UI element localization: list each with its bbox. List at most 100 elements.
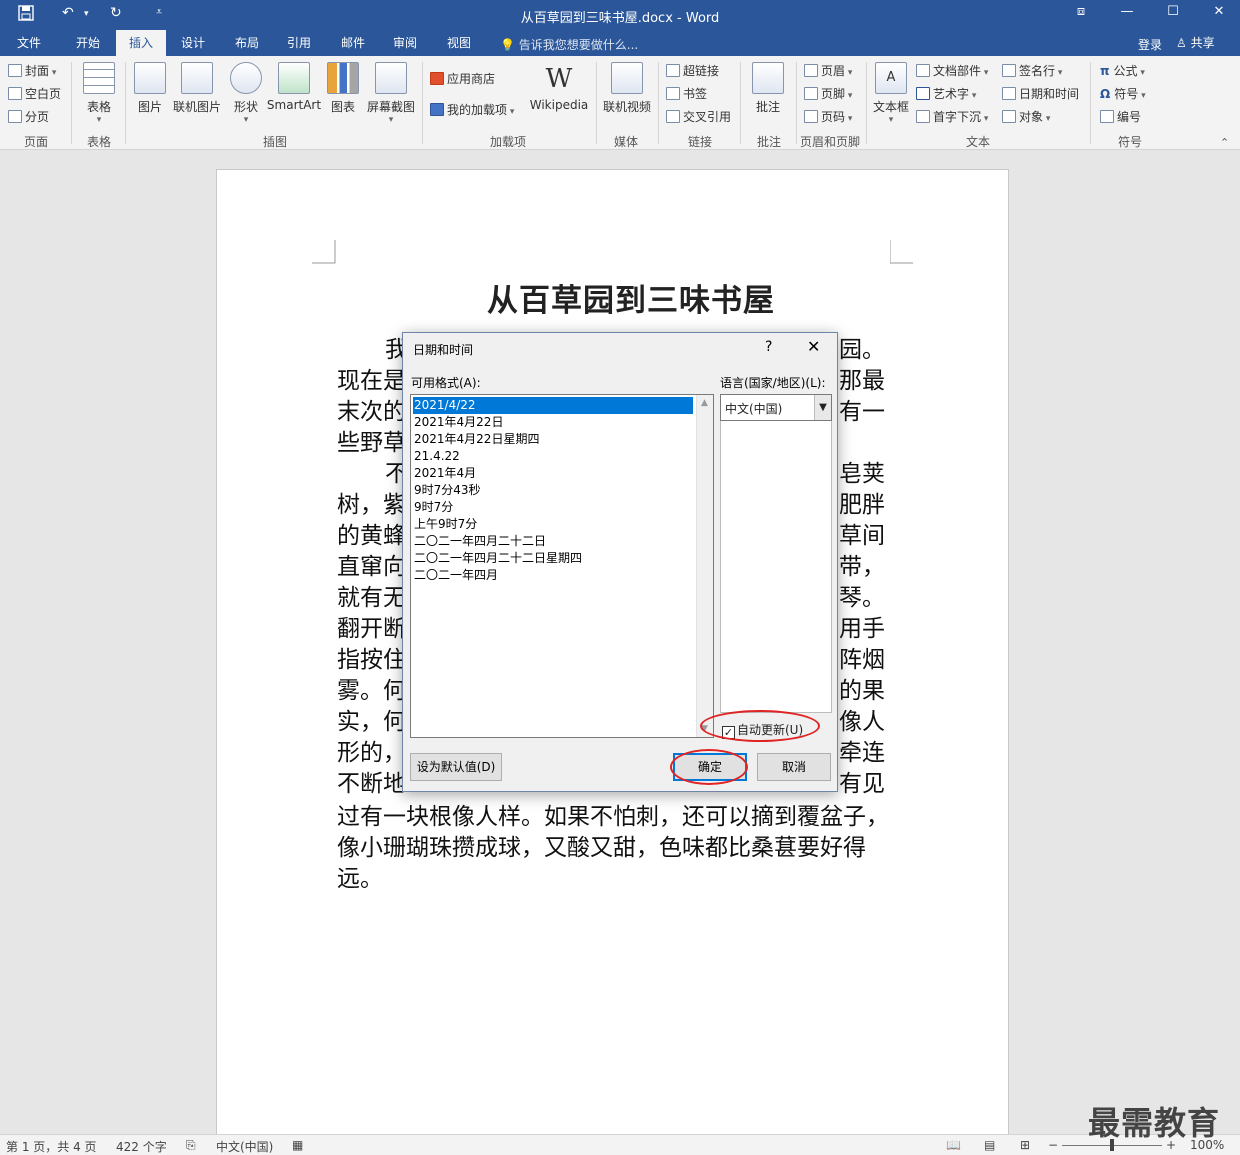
- sign-in-link[interactable]: 登录: [1138, 36, 1162, 53]
- tab-references[interactable]: 引用: [276, 30, 322, 56]
- ribbon-display-icon[interactable]: ⧈: [1066, 4, 1096, 24]
- doc-line: 些野草: [337, 430, 406, 456]
- numbering-button[interactable]: 编号: [1100, 107, 1141, 127]
- shapes-button[interactable]: 形状 ▾: [228, 62, 264, 125]
- tab-view[interactable]: 视图: [436, 30, 482, 56]
- equation-button[interactable]: π 公式 ▾: [1100, 61, 1145, 81]
- picture-button[interactable]: 图片: [132, 62, 168, 115]
- page-number-button[interactable]: 页码 ▾: [804, 107, 852, 127]
- quick-parts-icon: [916, 64, 930, 77]
- print-layout-icon[interactable]: ▤: [984, 1138, 995, 1152]
- smartart-icon: [278, 62, 310, 94]
- online-video-button[interactable]: 联机视频: [600, 62, 654, 115]
- page-count[interactable]: 第 1 页，共 4 页: [6, 1138, 97, 1155]
- format-option[interactable]: 2021年4月22日: [413, 414, 693, 431]
- tab-review[interactable]: 审阅: [382, 30, 428, 56]
- tab-layout[interactable]: 布局: [224, 30, 270, 56]
- cancel-button[interactable]: 取消: [757, 753, 831, 781]
- footer-button[interactable]: 页脚 ▾: [804, 84, 852, 104]
- close-icon[interactable]: ✕: [807, 337, 820, 356]
- doc-line: 翻开断: [337, 616, 406, 642]
- tell-me-box[interactable]: 💡 告诉我您想要做什么...: [500, 36, 638, 53]
- tab-mailings[interactable]: 邮件: [330, 30, 376, 56]
- zoom-out-icon[interactable]: −: [1048, 1138, 1058, 1152]
- numbering-icon: [1100, 110, 1114, 123]
- chart-button[interactable]: 图表: [326, 62, 360, 115]
- web-layout-icon[interactable]: ⊞: [1020, 1138, 1030, 1152]
- cover-page-button[interactable]: 封面 ▾: [8, 61, 56, 81]
- doc-line: 过有一块根像人样。如果不怕刺，还可以摘到覆盆子，: [337, 804, 889, 830]
- symbol-button[interactable]: Ω 符号 ▾: [1100, 84, 1146, 104]
- format-option[interactable]: 21.4.22: [413, 448, 693, 465]
- comment-button[interactable]: 批注: [748, 62, 788, 115]
- drop-cap-button[interactable]: 首字下沉 ▾: [916, 107, 988, 127]
- format-option[interactable]: 二〇二一年四月: [413, 567, 693, 584]
- cross-reference-button[interactable]: 交叉引用: [666, 107, 731, 127]
- scroll-up-icon[interactable]: ▲: [701, 398, 708, 408]
- title-bar: ↶ ▾ ↻ ⩡ 从百草园到三味书屋.docx - Word ⧈ — ☐ ✕: [0, 0, 1240, 30]
- close-icon[interactable]: ✕: [1204, 4, 1234, 24]
- format-option[interactable]: 2021年4月: [413, 465, 693, 482]
- date-time-button[interactable]: 日期和时间: [1002, 84, 1079, 104]
- smartart-label: SmartArt: [266, 98, 322, 112]
- my-addins-button[interactable]: 我的加载项 ▾: [430, 100, 514, 120]
- maximize-icon[interactable]: ☐: [1158, 4, 1188, 24]
- header-button[interactable]: 页眉 ▾: [804, 61, 852, 81]
- header-label: 页眉: [821, 64, 846, 78]
- textbox-button[interactable]: A 文本框 ▾: [870, 62, 912, 125]
- formats-listbox[interactable]: 2021/4/22 2021年4月22日 2021年4月22日星期四 21.4.…: [410, 394, 714, 738]
- format-option[interactable]: 二〇二一年四月二十二日星期四: [413, 550, 693, 567]
- online-picture-button[interactable]: 联机图片: [172, 62, 222, 115]
- language-status[interactable]: 中文(中国): [216, 1138, 273, 1155]
- signature-line-button[interactable]: 签名行 ▾: [1002, 61, 1062, 81]
- collapse-ribbon-icon[interactable]: ⌃: [1220, 136, 1229, 149]
- hyperlink-icon: [666, 64, 680, 77]
- blank-page-button[interactable]: 空白页: [8, 84, 61, 104]
- quick-parts-button[interactable]: 文档部件 ▾: [916, 61, 988, 81]
- format-option[interactable]: 9时7分43秒: [413, 482, 693, 499]
- doc-line-fragment: 有见: [839, 771, 885, 797]
- word-count[interactable]: 422 个字: [116, 1138, 167, 1155]
- format-option[interactable]: 上午9时7分: [413, 516, 693, 533]
- screenshot-button[interactable]: 屏幕截图 ▾: [364, 62, 418, 125]
- format-option[interactable]: 2021年4月22日星期四: [413, 431, 693, 448]
- format-option[interactable]: 9时7分: [413, 499, 693, 516]
- proofing-icon[interactable]: ⎘: [186, 1138, 196, 1153]
- wikipedia-button[interactable]: W Wikipedia: [528, 62, 590, 112]
- macro-icon[interactable]: ▦: [292, 1138, 303, 1152]
- store-button[interactable]: 应用商店: [430, 69, 495, 89]
- language-select[interactable]: 中文(中国) ▼: [720, 394, 832, 421]
- table-label: 表格: [86, 100, 111, 114]
- minimize-icon[interactable]: —: [1112, 4, 1142, 24]
- hyperlink-button[interactable]: 超链接: [666, 61, 719, 81]
- format-option[interactable]: 二〇二一年四月二十二日: [413, 533, 693, 550]
- tab-design[interactable]: 设计: [170, 30, 216, 56]
- table-button[interactable]: 表格 ▾: [78, 62, 120, 125]
- doc-line-fragment: 皂荚: [839, 461, 885, 487]
- calendar-icon: [1002, 87, 1016, 100]
- help-icon[interactable]: ?: [765, 339, 772, 355]
- date-time-label: 日期和时间: [1019, 87, 1080, 101]
- blank-page-icon: [8, 87, 22, 100]
- ribbon-insert: 封面 ▾ 空白页 分页 页面 表格 ▾ 表格 图片 联机图片 形状 ▾ SmartA…: [0, 56, 1240, 150]
- formats-scrollbar[interactable]: ▲ ▼: [696, 395, 713, 737]
- language-list-area: [720, 421, 832, 713]
- wordart-button[interactable]: 艺术字 ▾: [916, 84, 976, 104]
- read-mode-icon[interactable]: 📖: [946, 1138, 961, 1152]
- language-value: 中文(中国): [725, 402, 783, 416]
- object-button[interactable]: 对象 ▾: [1002, 107, 1050, 127]
- share-button[interactable]: ♙ 共享: [1176, 33, 1232, 53]
- set-default-button[interactable]: 设为默认值(D): [410, 753, 502, 781]
- doc-line: 末次的: [337, 399, 406, 425]
- page-break-button[interactable]: 分页: [8, 107, 49, 127]
- doc-line: 的黄蜂: [337, 523, 406, 549]
- tab-file[interactable]: 文件: [6, 30, 52, 56]
- format-option-selected[interactable]: 2021/4/22: [413, 397, 693, 414]
- equation-label: 公式: [1113, 64, 1138, 78]
- bookmark-button[interactable]: 书签: [666, 84, 707, 104]
- tab-insert[interactable]: 插入: [116, 30, 166, 56]
- watermark-logo: 最需教育: [1088, 1104, 1221, 1142]
- tab-home[interactable]: 开始: [64, 30, 112, 56]
- chevron-down-icon[interactable]: ▼: [814, 395, 831, 420]
- smartart-button[interactable]: SmartArt: [266, 62, 322, 112]
